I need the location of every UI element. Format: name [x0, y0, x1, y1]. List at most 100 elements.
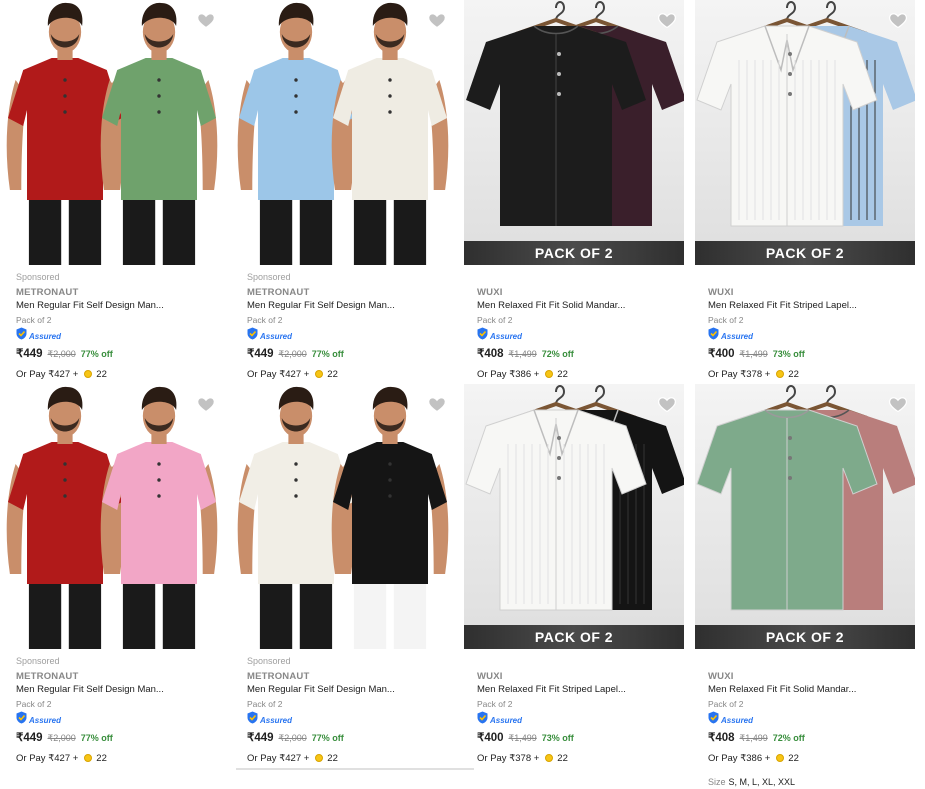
- selling-price: ₹449: [247, 732, 274, 744]
- original-price: ₹1,499: [508, 349, 537, 359]
- price-row: ₹400 ₹1,499 73% off: [477, 730, 682, 746]
- supercoin-pay-row: Or Pay ₹378 + 22: [477, 751, 682, 765]
- product-card[interactable]: PACK OF 2 WUXI Men Relaxed Fit Fit Solid M…: [461, 0, 687, 403]
- coin-count: 22: [557, 368, 568, 380]
- product-image[interactable]: PACK OF 2: [464, 384, 684, 649]
- coin-count: 22: [96, 368, 107, 380]
- selling-price: ₹449: [247, 348, 274, 360]
- pack-info: Pack of 2: [16, 699, 52, 709]
- product-card[interactable]: PACK OF 2 WUXI Men Relaxed Fit Fit Striped…: [692, 0, 918, 403]
- pay-text: Or Pay ₹378 +: [708, 368, 771, 380]
- original-price: ₹2,000: [47, 349, 76, 359]
- wishlist-heart-icon[interactable]: [196, 394, 216, 414]
- brand-name: WUXI: [477, 671, 503, 682]
- product-info: Sponsored METRONAUT Men Regular Fit Self D…: [16, 272, 221, 381]
- assured-shield-icon: [708, 711, 719, 729]
- sponsored-label: [708, 656, 913, 668]
- product-card[interactable]: PACK OF 2 WUXI Men Relaxed Fit Fit Solid M…: [692, 384, 918, 787]
- sponsored-label: Sponsored: [247, 656, 291, 666]
- coin-count: 22: [788, 752, 799, 764]
- assured-badge: Assured: [708, 327, 913, 345]
- sponsored-label: Sponsored: [16, 656, 60, 666]
- wishlist-heart-icon[interactable]: [888, 394, 908, 414]
- product-title[interactable]: Men Regular Fit Self Design Man...: [247, 684, 452, 698]
- assured-badge: Assured: [477, 327, 682, 343]
- coin-count: 22: [327, 752, 338, 764]
- pack-of-2-banner: PACK OF 2: [695, 625, 915, 649]
- product-image[interactable]: [3, 384, 223, 649]
- assured-label: Assured: [490, 715, 523, 725]
- product-title[interactable]: Men Regular Fit Self Design Man...: [16, 684, 221, 698]
- assured-badge: Assured: [247, 711, 452, 727]
- product-title[interactable]: Men Relaxed Fit Fit Striped Lapel...: [708, 300, 913, 314]
- product-info: WUXI Men Relaxed Fit Fit Solid Mandar... P…: [708, 656, 913, 789]
- discount-percent: 77% off: [311, 349, 344, 359]
- assured-shield-icon: [16, 327, 27, 345]
- product-image[interactable]: PACK OF 2: [695, 0, 915, 265]
- product-image[interactable]: [3, 0, 223, 265]
- scroll-track: [236, 768, 474, 770]
- supercoin-icon: [315, 370, 324, 378]
- product-info: WUXI Men Relaxed Fit Fit Striped Lapel...…: [477, 656, 682, 765]
- price-row: ₹449 ₹2,000 77% off: [16, 346, 221, 362]
- wishlist-heart-icon[interactable]: [427, 10, 447, 30]
- supercoin-pay-row: Or Pay ₹427 + 22: [247, 367, 452, 381]
- sponsored-label: Sponsored: [247, 272, 291, 282]
- product-title[interactable]: Men Relaxed Fit Fit Solid Mandar...: [708, 684, 913, 698]
- discount-percent: 77% off: [80, 733, 113, 743]
- product-title[interactable]: Men Relaxed Fit Fit Striped Lapel...: [477, 684, 682, 698]
- coin-count: 22: [557, 752, 568, 764]
- wishlist-heart-icon[interactable]: [657, 394, 677, 414]
- product-card[interactable]: PACK OF 2 WUXI Men Relaxed Fit Fit Striped…: [461, 384, 687, 764]
- pack-of-2-banner: PACK OF 2: [464, 241, 684, 265]
- product-title[interactable]: Men Relaxed Fit Fit Solid Mandar...: [477, 300, 682, 314]
- wishlist-heart-icon[interactable]: [657, 10, 677, 30]
- assured-badge: Assured: [16, 711, 221, 729]
- wishlist-heart-icon[interactable]: [196, 10, 216, 30]
- selling-price: ₹408: [477, 348, 504, 360]
- product-card[interactable]: Sponsored METRONAUT Men Regular Fit Self D…: [231, 384, 457, 764]
- coin-count: 22: [788, 368, 799, 380]
- product-image[interactable]: PACK OF 2: [695, 384, 915, 649]
- supercoin-pay-row: Or Pay ₹427 + 22: [247, 751, 452, 765]
- sponsored-label: [477, 272, 682, 284]
- selling-price: ₹400: [708, 348, 735, 360]
- original-price: ₹1,499: [739, 733, 768, 743]
- product-image[interactable]: [234, 384, 454, 649]
- assured-label: Assured: [260, 331, 293, 341]
- product-image[interactable]: [234, 0, 454, 265]
- assured-shield-icon: [708, 327, 719, 345]
- pack-of-2-banner: PACK OF 2: [695, 241, 915, 265]
- brand-name: WUXI: [708, 287, 734, 298]
- pay-text: Or Pay ₹427 +: [247, 368, 310, 380]
- wishlist-heart-icon[interactable]: [888, 10, 908, 30]
- original-price: ₹2,000: [278, 349, 307, 359]
- selling-price: ₹449: [16, 348, 43, 360]
- brand-name: METRONAUT: [16, 287, 79, 298]
- product-info: Sponsored METRONAUT Men Regular Fit Self D…: [16, 656, 221, 765]
- original-price: ₹1,499: [508, 733, 537, 743]
- sponsored-label: Sponsored: [16, 272, 60, 282]
- product-image[interactable]: PACK OF 2: [464, 0, 684, 265]
- wishlist-heart-icon[interactable]: [427, 394, 447, 414]
- brand-name: WUXI: [477, 287, 503, 298]
- pay-text: Or Pay ₹386 +: [708, 752, 771, 764]
- pack-info: Pack of 2: [16, 315, 52, 325]
- assured-shield-icon: [16, 711, 27, 729]
- product-title[interactable]: Men Regular Fit Self Design Man...: [247, 300, 452, 314]
- product-title[interactable]: Men Regular Fit Self Design Man...: [16, 300, 221, 314]
- pay-text: Or Pay ₹386 +: [477, 368, 540, 380]
- pay-text: Or Pay ₹378 +: [477, 752, 540, 764]
- product-card[interactable]: Sponsored METRONAUT Men Regular Fit Self D…: [0, 0, 226, 380]
- supercoin-icon: [776, 370, 785, 378]
- product-card[interactable]: Sponsored METRONAUT Men Regular Fit Self D…: [0, 384, 226, 764]
- product-card[interactable]: Sponsored METRONAUT Men Regular Fit Self D…: [231, 0, 457, 380]
- supercoin-icon: [545, 370, 554, 378]
- supercoin-pay-row: Or Pay ₹386 + 22: [708, 751, 913, 765]
- product-grid: Sponsored METRONAUT Men Regular Fit Self D…: [0, 0, 925, 787]
- original-price: ₹1,499: [739, 349, 768, 359]
- supercoin-icon: [776, 754, 785, 762]
- assured-badge: Assured: [708, 711, 913, 729]
- price-row: ₹400 ₹1,499 73% off: [708, 346, 913, 362]
- selling-price: ₹408: [708, 732, 735, 744]
